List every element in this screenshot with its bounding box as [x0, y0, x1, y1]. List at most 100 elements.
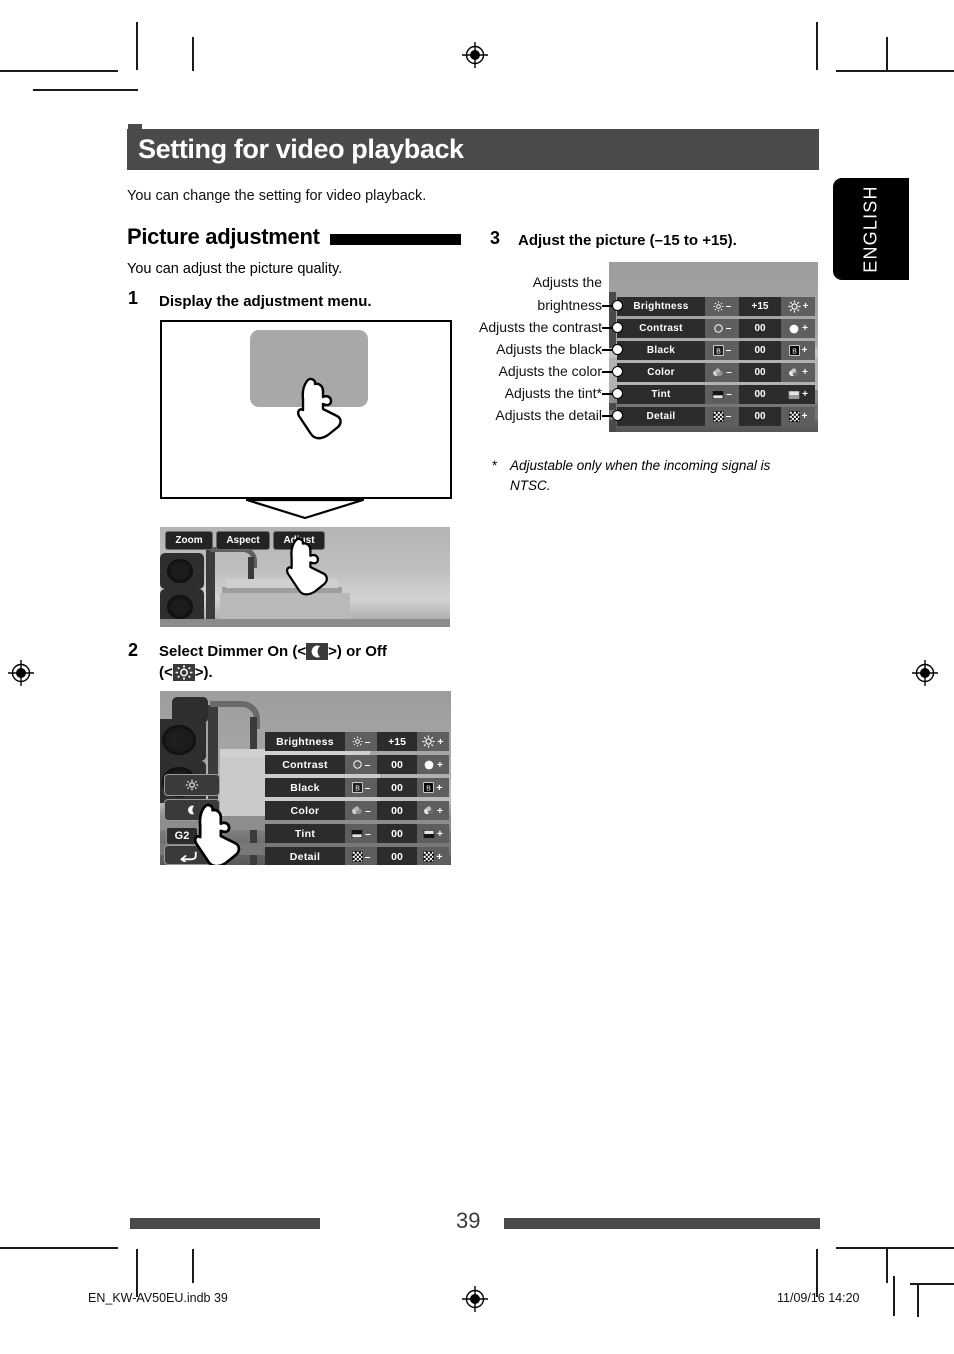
plus-sign: + [802, 389, 808, 400]
language-tab: ENGLISH [833, 178, 909, 280]
detail-minus-button[interactable]: – [345, 847, 377, 865]
detail-soft-icon [712, 411, 724, 422]
osd-row[interactable]: Detail – 00 + [265, 847, 449, 865]
leader-dot [612, 388, 623, 399]
step-1-number: 1 [128, 288, 139, 308]
photo-traffic-lamp [167, 595, 193, 619]
heading-rule [329, 233, 461, 245]
leader-dot [612, 366, 623, 377]
osd-label: Black [646, 345, 676, 356]
contrast-minus-button[interactable]: – [705, 319, 739, 338]
section-heading-label: Picture adjustment [127, 224, 320, 249]
color-minus-button[interactable]: – [345, 801, 377, 820]
photo-traffic-lamp [167, 559, 193, 583]
page-number: 39 [456, 1208, 481, 1233]
black-minus-button[interactable]: B – [345, 778, 377, 797]
svg-text:B: B [792, 348, 797, 355]
osd-row[interactable]: Brightness – +15 + [617, 297, 815, 316]
contrast-minus-button[interactable]: – [345, 755, 377, 774]
osd-value: 00 [739, 389, 781, 400]
osd-value: 00 [377, 758, 417, 771]
step-1-text: Display the adjustment menu. [159, 293, 372, 310]
minus-sign: – [364, 735, 371, 748]
dimmer-off-button[interactable] [164, 774, 220, 796]
osd-label: Tint [294, 827, 316, 840]
step-3-text: Adjust the picture (–15 to +15). [518, 232, 737, 249]
contrast-plus-button[interactable]: + [781, 319, 815, 338]
aspect-button[interactable]: Aspect [216, 531, 270, 550]
video-screen-control-bar: Zoom Aspect Adjust [160, 527, 450, 627]
brightness-large-icon [787, 300, 801, 313]
pointing-hand-icon [194, 803, 260, 865]
svg-text:B: B [716, 348, 721, 355]
black-minus-button[interactable]: B – [705, 341, 739, 360]
footnote-marker: * [492, 458, 498, 473]
detail-plus-button[interactable]: + [781, 407, 815, 426]
minus-sign: – [364, 850, 371, 863]
detail-soft-icon [351, 851, 363, 862]
tint-plus-button[interactable]: + [417, 824, 449, 843]
minus-sign: – [725, 411, 732, 422]
plus-sign: + [802, 367, 808, 378]
contrast-filled-icon [423, 759, 435, 771]
brightness-plus-button[interactable]: + [781, 297, 815, 316]
black-plus-button[interactable]: B + [417, 778, 449, 797]
tint-low-icon [712, 390, 724, 400]
osd-row[interactable]: Black B – 00 B + [265, 778, 449, 797]
black-plus-button[interactable]: B + [781, 341, 815, 360]
osd-label: Detail [289, 850, 321, 863]
brightness-small-icon [352, 736, 363, 747]
moon-icon [306, 643, 329, 660]
callout-black: Adjusts the black [496, 341, 602, 357]
leader-dot [612, 322, 623, 333]
osd-row[interactable]: Contrast – 00 + [617, 319, 815, 338]
callout-color: Adjusts the color [498, 363, 603, 379]
plus-sign: + [801, 345, 808, 356]
detail-plus-button[interactable]: + [417, 847, 449, 865]
osd-row[interactable]: Color – 00 + [617, 363, 815, 382]
callout-contrast: Adjusts the contrast [479, 319, 602, 335]
plus-sign: + [436, 804, 444, 817]
zoom-button[interactable]: Zoom [165, 531, 213, 550]
osd-label: Contrast [639, 323, 683, 334]
tint-minus-button[interactable]: – [705, 385, 739, 404]
step-2-text-c: (< [159, 664, 173, 682]
minus-sign: – [365, 804, 371, 817]
color-plus-button[interactable]: + [781, 363, 815, 382]
osd-value: 00 [377, 781, 417, 794]
osd-label: Brightness [276, 735, 334, 748]
minus-sign: – [365, 827, 371, 840]
osd-row[interactable]: Contrast – 00 + [265, 755, 449, 774]
callout-brightness-line2: brightness [537, 297, 602, 313]
brightness-minus-button[interactable]: – [345, 732, 377, 751]
photo-ground [160, 619, 450, 627]
osd-row[interactable]: Detail – 00 + [617, 407, 815, 426]
osd-row[interactable]: Black B – 00 B + [617, 341, 815, 360]
osd-row[interactable]: Tint – 00 + [617, 385, 815, 404]
osd-row[interactable]: Brightness – +15 + [265, 732, 449, 751]
flow-arrow-down-icon [245, 498, 365, 520]
tint-high-icon [788, 390, 800, 400]
color-pale-icon [712, 367, 724, 378]
contrast-filled-icon [788, 323, 800, 335]
osd-row[interactable]: Color – 00 + [265, 801, 449, 820]
tint-plus-button[interactable]: + [781, 385, 815, 404]
brightness-plus-button[interactable]: + [417, 732, 449, 751]
detail-minus-button[interactable]: – [705, 407, 739, 426]
contrast-plus-button[interactable]: + [417, 755, 449, 774]
minus-sign: – [726, 389, 732, 400]
page-rule-right [504, 1218, 820, 1229]
plus-sign: + [436, 758, 444, 771]
tint-high-icon [423, 829, 435, 839]
color-plus-button[interactable]: + [417, 801, 449, 820]
color-minus-button[interactable]: – [705, 363, 739, 382]
photo-traffic-lamp [162, 725, 196, 755]
tint-minus-button[interactable]: – [345, 824, 377, 843]
osd-value: 00 [377, 827, 417, 840]
brightness-minus-button[interactable]: – [705, 297, 739, 316]
detail-sharp-icon [423, 851, 435, 862]
osd-row[interactable]: Tint – 00 + [265, 824, 449, 843]
step-3-number: 3 [490, 228, 501, 248]
osd-label: Color [647, 367, 675, 378]
osd-value: +15 [739, 301, 781, 312]
